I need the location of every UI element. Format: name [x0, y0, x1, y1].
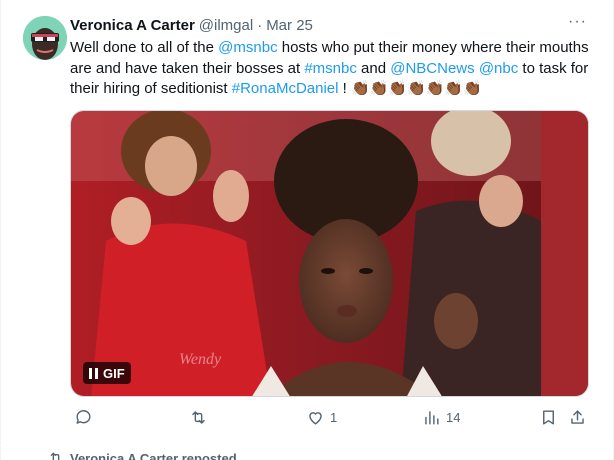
repost-icon — [50, 452, 61, 460]
gif-label: GIF — [103, 365, 125, 381]
text-segment: and — [356, 59, 391, 77]
tweet-date[interactable]: Mar 25 — [266, 17, 313, 34]
separator-dot: · — [257, 16, 263, 34]
more-icon[interactable]: ··· — [568, 13, 587, 31]
text-segment: Well done to all of the — [70, 39, 219, 56]
reply-icon — [76, 410, 91, 424]
views-button[interactable]: 14 — [422, 408, 460, 427]
share-icon — [571, 410, 584, 424]
repost-icon — [192, 411, 205, 424]
views-count: 14 — [446, 410, 461, 425]
tweet-actions: 1 14 — [70, 408, 595, 432]
next-timeline-item[interactable]: Veronica A Carter reposted — [0, 446, 614, 460]
author-name[interactable]: Veronica A Carter — [70, 17, 195, 34]
gif-frame: Wendy — [71, 111, 588, 396]
hashtag-msnbc[interactable]: #msnbc — [304, 60, 357, 77]
repost-button[interactable] — [189, 408, 213, 427]
like-icon — [309, 412, 322, 425]
avatar[interactable] — [23, 16, 67, 60]
tweet-card[interactable]: Veronica A Carter @ilmgal · Mar 25 ··· W… — [0, 0, 614, 445]
reply-button[interactable] — [74, 408, 98, 427]
repost-context-label: Veronica A Carter reposted — [70, 450, 237, 460]
avatar-image — [23, 16, 67, 60]
tweet-text: Well done to all of the @msnbc hosts who… — [70, 38, 595, 100]
gif-media[interactable]: Wendy GIF — [70, 110, 589, 397]
clapping-emoji: 👏🏾👏🏾👏🏾👏🏾👏🏾👏🏾👏🏾 — [351, 80, 482, 97]
author-handle[interactable]: @ilmgal — [199, 17, 253, 34]
mention-nbcnews[interactable]: @NBCNews — [390, 60, 474, 77]
mention-msnbc[interactable]: @msnbc — [218, 39, 277, 56]
pause-icon[interactable] — [89, 367, 98, 379]
repost-context[interactable]: Veronica A Carter reposted — [48, 450, 237, 460]
like-count: 1 — [330, 410, 338, 425]
share-button[interactable] — [568, 408, 587, 427]
like-button[interactable]: 1 — [306, 408, 337, 427]
gif-badge[interactable]: GIF — [83, 362, 131, 384]
bookmark-button[interactable] — [539, 408, 558, 427]
views-icon — [425, 411, 439, 425]
gif-watermark: Wendy — [179, 351, 222, 368]
tweet-header: Veronica A Carter @ilmgal · Mar 25 — [70, 15, 313, 35]
bookmark-icon — [543, 410, 554, 425]
hashtag-ronamcdaniel[interactable]: #RonaMcDaniel — [232, 80, 339, 97]
text-segment: ! — [338, 80, 351, 97]
mention-nbc[interactable]: @nbc — [479, 60, 518, 77]
